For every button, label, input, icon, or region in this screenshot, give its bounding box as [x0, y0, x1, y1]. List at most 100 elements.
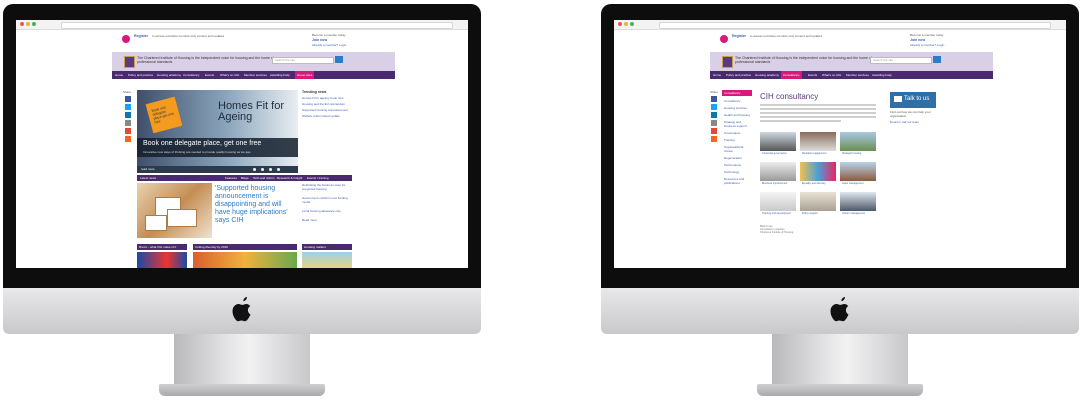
minimize-dot-icon[interactable]: [624, 22, 628, 26]
hero-carousel[interactable]: Book one delegate place get one free Hom…: [137, 90, 298, 166]
email-icon[interactable]: [125, 120, 131, 126]
trending-link[interactable]: Welfare reform latest update: [302, 114, 352, 118]
grid-tile[interactable]: Equality and diversity: [800, 162, 836, 186]
close-dot-icon[interactable]: [618, 22, 622, 26]
chat-icon: [894, 96, 902, 102]
talk-text: Find out how we can help your organisati…: [890, 110, 936, 124]
nav-item-home[interactable]: Home: [115, 73, 123, 77]
card-brexit[interactable]: Brexit – what CIH make of it: [137, 244, 187, 250]
facebook-icon[interactable]: [125, 96, 131, 102]
footer-text: Back to top Consultancy enquiries Charte…: [760, 225, 840, 234]
sidenav-item[interactable]: Performance: [724, 163, 752, 167]
card-housing[interactable]: Housing matters: [302, 244, 352, 250]
read-more-link[interactable]: read more: [141, 167, 155, 171]
lead-story-headline[interactable]: 'Supported housing announcement is disap…: [215, 185, 295, 225]
carousel-controls: read more: [137, 166, 298, 173]
plus-icon[interactable]: [125, 136, 131, 142]
sidenav-item[interactable]: Resources and publications: [724, 177, 752, 185]
hero-banner-sub: Innovative new ways of thinking are need…: [143, 150, 251, 154]
trending-link[interactable]: Supported housing announcement: [302, 108, 352, 112]
sidenav-heading[interactable]: Consultancy: [722, 90, 752, 96]
carousel-dot[interactable]: [277, 168, 280, 171]
browser-toolbar: [16, 20, 468, 30]
address-bar[interactable]: [61, 22, 453, 29]
intro-paragraph: [760, 104, 876, 124]
grid-tile[interactable]: Interim management: [840, 192, 876, 216]
googleplus-icon[interactable]: [711, 128, 717, 134]
twitter-icon[interactable]: [711, 104, 717, 110]
tab-research[interactable]: Research & Insight: [277, 176, 302, 180]
sidenav-item[interactable]: Consultancy: [724, 99, 752, 103]
email-icon[interactable]: [711, 120, 717, 126]
sidenav-item[interactable]: Strategy and business support: [724, 120, 752, 128]
hero-title: Homes Fit for Ageing: [218, 100, 285, 123]
side-link[interactable]: Read more: [302, 218, 352, 222]
housing-image: [302, 252, 352, 268]
grid-tile[interactable]: Strategic housing: [840, 132, 876, 156]
share-label: Share: [710, 90, 719, 94]
trending-link[interactable]: Homes fit for ageing: book now: [302, 96, 352, 100]
cih-logo[interactable]: [124, 56, 135, 68]
zoom-dot-icon[interactable]: [630, 22, 634, 26]
grid-tile[interactable]: Corporate governance: [760, 132, 796, 156]
card-diversity[interactable]: Cutting diversity by 2019: [193, 244, 297, 250]
page-title: CIH consultancy: [760, 92, 819, 101]
brexit-image: [137, 252, 187, 268]
offer-tag: Book one delegate place get one free: [145, 96, 183, 134]
house-model-image: [137, 183, 212, 238]
address-bar[interactable]: [659, 22, 1051, 29]
side-link[interactable]: Government confirms new funding model: [302, 196, 352, 204]
googleplus-icon[interactable]: [125, 128, 131, 134]
sidenav-item[interactable]: Housing services: [724, 106, 752, 110]
grid-tile[interactable]: Asset management: [840, 162, 876, 186]
tab-tech[interactable]: Tech and reform: [253, 176, 275, 180]
grid-tile[interactable]: Business improvement: [760, 162, 796, 186]
tab-events[interactable]: Events / training: [307, 176, 329, 180]
facebook-icon[interactable]: [711, 96, 717, 102]
monitor-stand-neck: [772, 334, 908, 388]
sidenav-item[interactable]: Governance: [724, 131, 752, 135]
linkedin-icon[interactable]: [711, 112, 717, 118]
consultancy-sidenav: Consultancy Consultancy Housing services…: [722, 90, 752, 185]
monitor-stand-foot: [159, 384, 325, 396]
linkedin-icon[interactable]: [125, 112, 131, 118]
grid-tile[interactable]: Training and development: [760, 192, 796, 216]
carousel-dot[interactable]: [269, 168, 272, 171]
minimize-dot-icon[interactable]: [26, 22, 30, 26]
twitter-icon[interactable]: [125, 104, 131, 110]
tab-blogs[interactable]: Blogs: [241, 176, 249, 180]
monitor-stand-foot: [757, 384, 923, 396]
grid-tile[interactable]: Policy support: [800, 192, 836, 216]
lead-story: 'Supported housing announcement is disap…: [137, 183, 298, 238]
trending-news: Trending news Homes fit for ageing: book…: [302, 90, 352, 118]
talk-to-us-box[interactable]: Talk to us: [890, 92, 936, 108]
hero-banner-title[interactable]: Book one delegate place, get one free: [143, 140, 261, 148]
zoom-dot-icon[interactable]: [32, 22, 36, 26]
register-icon: [122, 35, 130, 43]
talk-line[interactable]: Email or call our team: [890, 120, 936, 124]
plus-icon[interactable]: [711, 136, 717, 142]
carousel-dot[interactable]: [253, 168, 256, 171]
side-link[interactable]: Local housing allowance cap: [302, 209, 352, 213]
talk-line: Find out how we can help your organisati…: [890, 110, 931, 118]
monitor-left: Register to access exclusive member-only…: [3, 0, 481, 401]
side-link[interactable]: Rethinking the business case for support…: [302, 183, 352, 191]
trending-link[interactable]: Housing and the EU referendum: [302, 102, 352, 106]
carousel-dot[interactable]: [261, 168, 264, 171]
share-label: Share: [123, 90, 132, 94]
sidenav-item[interactable]: Training: [724, 138, 752, 142]
monitor-stand-neck: [174, 334, 310, 388]
monitor-right: Register to access exclusive member-only…: [601, 0, 1079, 401]
close-dot-icon[interactable]: [20, 22, 24, 26]
tab-features[interactable]: Features: [225, 176, 237, 180]
grid-tile[interactable]: Resident engagement: [800, 132, 836, 156]
sidenav-item[interactable]: Technology: [724, 170, 752, 174]
tab-latest-news[interactable]: Latest news: [140, 176, 156, 180]
sidenav-item[interactable]: Health and housing: [724, 113, 752, 117]
apple-logo-icon: [830, 297, 849, 322]
browser-toolbar: [614, 20, 1066, 30]
talk-label: Talk to us: [904, 96, 930, 102]
trending-heading: Trending news: [302, 90, 327, 94]
sidenav-item[interactable]: Organisational review: [724, 145, 752, 153]
sidenav-item[interactable]: Regeneration: [724, 156, 752, 160]
